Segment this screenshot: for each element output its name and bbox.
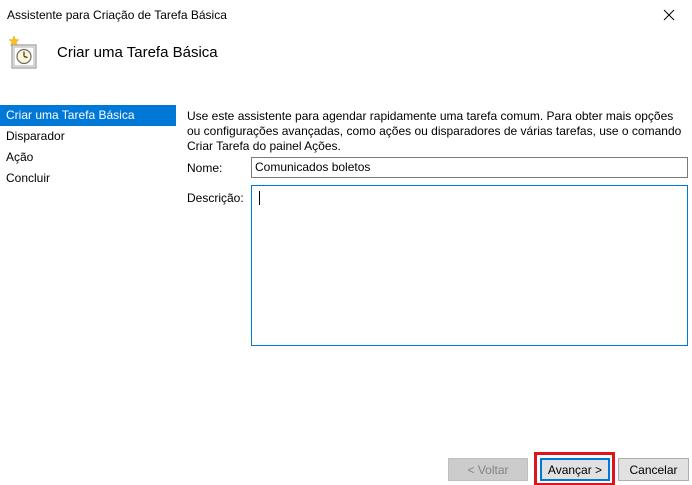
description-label: Descrição: [187, 191, 244, 205]
title-bar: Assistente para Criação de Tarefa Básica [0, 0, 692, 30]
name-input[interactable]: Comunicados boletos [251, 157, 688, 178]
step-action[interactable]: Ação [0, 147, 178, 168]
close-icon [663, 9, 675, 21]
window-title: Assistente para Criação de Tarefa Básica [7, 8, 227, 22]
cancel-button[interactable]: Cancelar [618, 458, 689, 481]
task-scheduler-clock-icon [8, 36, 37, 69]
step-finish[interactable]: Concluir [0, 168, 178, 189]
step-create-basic-task[interactable]: Criar uma Tarefa Básica [0, 105, 176, 126]
wizard-description: Use este assistente para agendar rapidam… [187, 109, 682, 153]
wizard-steps-list: Criar uma Tarefa Básica Disparador Ação … [0, 105, 178, 189]
next-button[interactable]: Avançar > [540, 458, 610, 481]
name-label: Nome: [187, 161, 223, 175]
back-button[interactable]: < Voltar [448, 458, 528, 481]
step-trigger[interactable]: Disparador [0, 126, 178, 147]
close-button[interactable] [646, 0, 692, 30]
page-title: Criar uma Tarefa Básica [57, 44, 218, 61]
wizard-header: Criar uma Tarefa Básica [0, 30, 692, 90]
description-textarea[interactable] [251, 185, 688, 346]
text-caret [259, 191, 260, 205]
